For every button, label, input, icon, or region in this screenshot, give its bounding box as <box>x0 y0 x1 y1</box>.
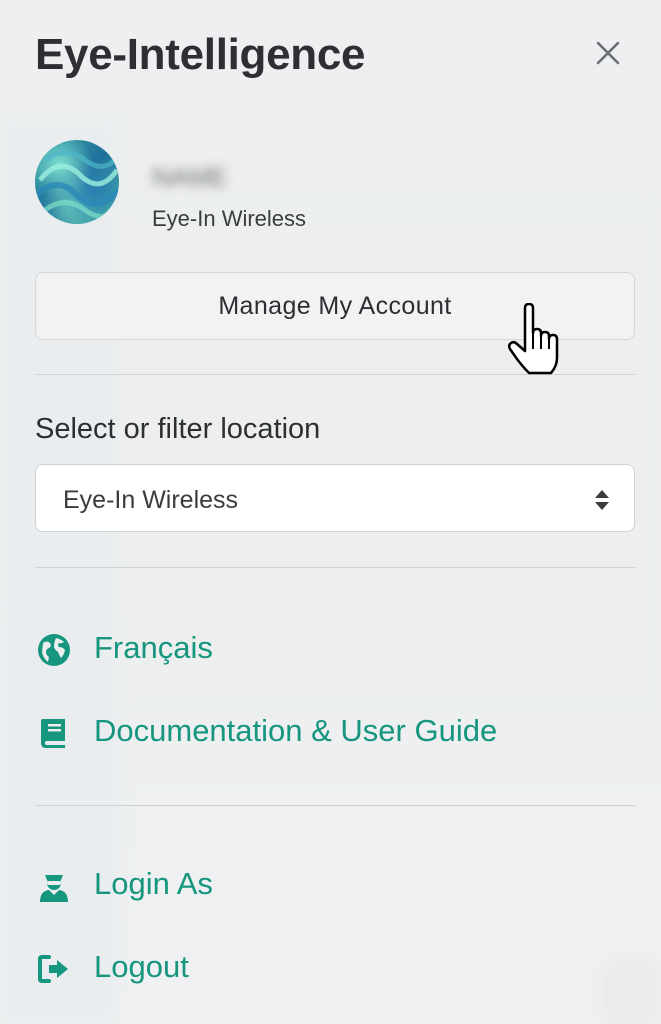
side-panel: Eye-Intelligence NAME Eye-In Wireless Ma… <box>0 0 661 1024</box>
manage-account-button[interactable]: Manage My Account <box>35 272 635 340</box>
book-icon <box>41 719 65 748</box>
divider <box>35 374 635 375</box>
divider <box>35 567 635 568</box>
menu-item-login-as[interactable]: Login As <box>35 866 635 906</box>
avatar <box>35 140 119 224</box>
location-select[interactable]: Eye-In Wireless <box>35 464 635 532</box>
sign-out-icon <box>38 955 68 983</box>
close-icon <box>596 41 620 65</box>
location-label: Select or filter location <box>35 413 321 445</box>
globe-icon <box>38 634 70 666</box>
menu-item-label: Français <box>94 630 213 665</box>
location-select-value: Eye-In Wireless <box>63 486 239 514</box>
menu-item-label: Logout <box>94 949 189 984</box>
user-secret-icon <box>40 875 68 902</box>
user-profile: NAME Eye-In Wireless <box>35 118 635 246</box>
panel-header: Eye-Intelligence <box>35 0 635 118</box>
user-name: NAME <box>152 162 228 192</box>
close-button[interactable] <box>593 38 623 68</box>
user-organization: Eye-In Wireless <box>152 206 307 231</box>
menu-item-label: Login As <box>94 866 213 901</box>
app-background: Eye-Intelligence NAME Eye-In Wireless Ma… <box>0 0 661 1024</box>
menu-item-logout[interactable]: Logout <box>35 949 635 989</box>
menu-item-language[interactable]: Français <box>35 630 635 670</box>
sort-arrows-icon <box>595 490 609 510</box>
panel-title: Eye-Intelligence <box>35 30 366 79</box>
menu-item-label: Documentation & User Guide <box>94 713 498 748</box>
menu-item-documentation[interactable]: Documentation & User Guide <box>35 713 635 753</box>
divider <box>35 805 635 806</box>
